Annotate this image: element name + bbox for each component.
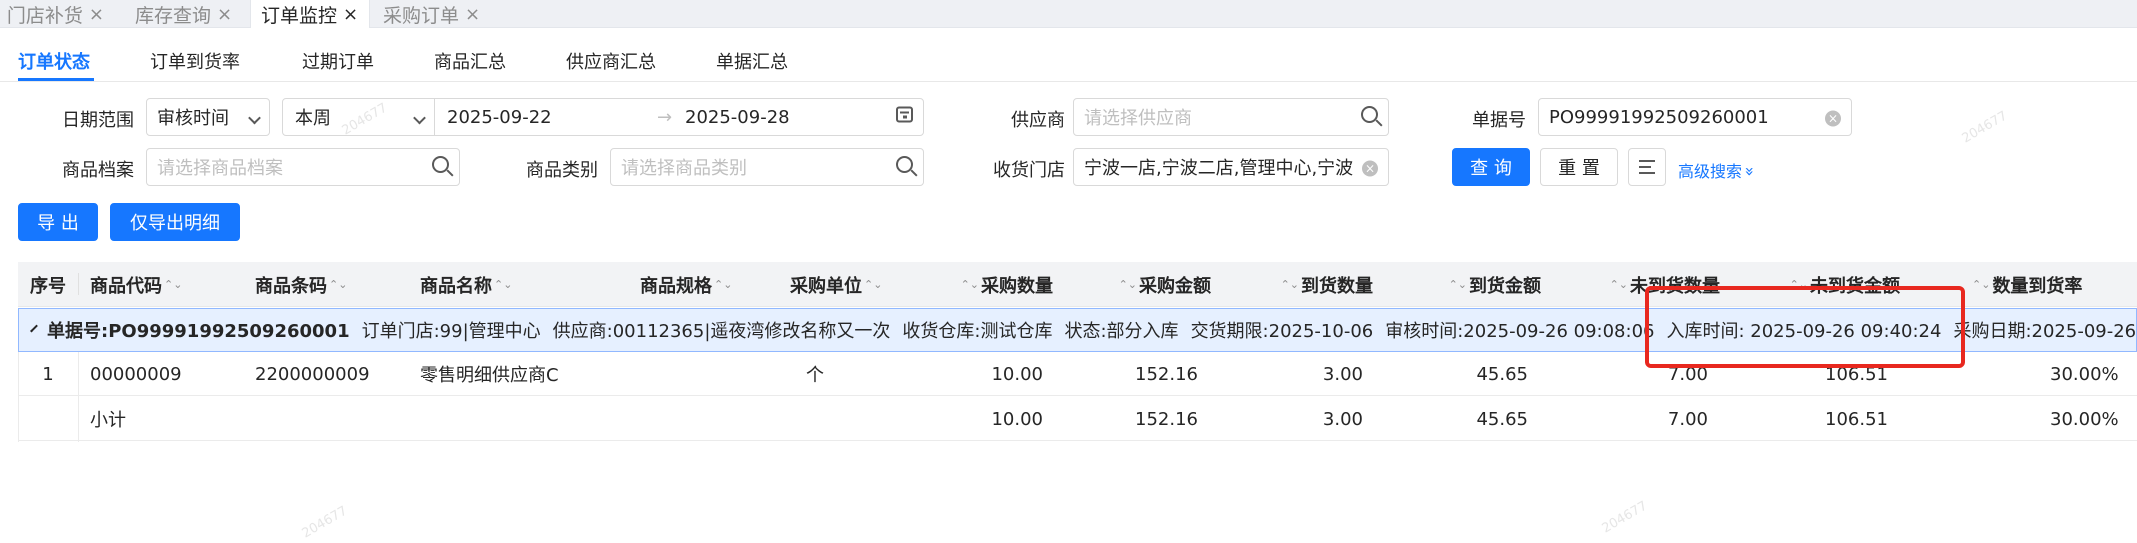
subtab-doc-summary[interactable]: 单据汇总: [716, 48, 788, 76]
advanced-search-link[interactable]: 高级搜索»: [1678, 158, 1759, 182]
subtab-supplier-summary[interactable]: 供应商汇总: [566, 48, 656, 76]
column-divider: [18, 352, 19, 442]
sort-icon: ⌃⌄: [960, 277, 979, 291]
sort-icon: ⌃⌄: [1972, 277, 1991, 291]
search-icon[interactable]: [1361, 106, 1378, 123]
sort-icon: ⌃⌄: [1609, 277, 1628, 291]
supplier-input[interactable]: 请选择供应商: [1073, 98, 1389, 136]
double-chevron-down-icon: »: [1740, 166, 1760, 177]
close-icon[interactable]: ×: [89, 4, 104, 25]
supplier-label: 供应商: [1011, 110, 1065, 131]
col-goods-name[interactable]: 商品名称 ⌃⌄: [420, 262, 514, 307]
export-detail-button[interactable]: 仅导出明细: [110, 203, 240, 241]
close-icon[interactable]: ×: [465, 4, 480, 25]
sort-icon: ⌃⌄: [164, 277, 183, 291]
clear-icon[interactable]: ×: [1362, 160, 1378, 177]
receiving-store-select[interactable]: 宁波一店,宁波二店,管理中心,宁波三店 ×: [1073, 148, 1389, 186]
watermark: 204677: [1959, 108, 2011, 147]
chevron-down-icon: [248, 111, 261, 125]
search-icon[interactable]: [896, 156, 913, 173]
calendar-icon[interactable]: [896, 106, 913, 123]
col-unarrived-amount[interactable]: ⌃⌄ 未到货金额: [1770, 262, 1900, 307]
goods-file-input[interactable]: 请选择商品档案: [146, 148, 460, 186]
export-button[interactable]: 导 出: [18, 203, 98, 241]
query-button[interactable]: 查 询: [1452, 148, 1530, 186]
sort-icon: ⌃⌄: [1789, 277, 1808, 291]
sort-icon: ⌃⌄: [864, 277, 883, 291]
sort-icon: ⌃⌄: [494, 277, 513, 291]
sort-icon: ⌃⌄: [1118, 277, 1137, 291]
sort-icon: ⌃⌄: [329, 277, 348, 291]
subtab-order-status[interactable]: 订单状态: [18, 48, 90, 76]
subtab-arrival-rate[interactable]: 订单到货率: [150, 48, 240, 76]
clear-icon[interactable]: ×: [1825, 110, 1841, 127]
col-spec[interactable]: 商品规格 ⌃⌄: [640, 262, 734, 307]
receiving-store-label: 收货门店: [993, 160, 1065, 181]
tab-inventory-query[interactable]: 库存查询 ×: [125, 0, 253, 28]
col-qty-arrival-rate[interactable]: ⌃⌄ 数量到货率: [1970, 262, 2082, 307]
goods-file-label: 商品档案: [62, 160, 134, 181]
goods-category-input[interactable]: 请选择商品类别: [610, 148, 924, 186]
col-index: 序号: [30, 275, 66, 297]
tab-purchase-order[interactable]: 采购订单 ×: [375, 0, 500, 28]
sort-icon: ⌃⌄: [714, 277, 733, 291]
goods-category-label: 商品类别: [526, 160, 598, 181]
group-row[interactable]: 单据号:PO99991992509260001 订单门店:99|管理中心 供应商…: [18, 308, 2137, 352]
watermark: 204677: [299, 503, 351, 542]
tab-order-monitor[interactable]: 订单监控 ×: [250, 0, 370, 28]
close-icon[interactable]: ×: [343, 4, 358, 25]
col-unarrived-qty[interactable]: ⌃⌄ 未到货数量: [1592, 262, 1720, 307]
subtab-expired-orders[interactable]: 过期订单: [302, 48, 374, 76]
close-icon[interactable]: ×: [217, 4, 232, 25]
doc-no-input[interactable]: PO99991992509260001 ×: [1538, 98, 1852, 136]
col-goods-code[interactable]: 商品代码 ⌃⌄: [90, 262, 184, 307]
subtab-divider: [0, 81, 2137, 82]
sort-icon: ⌃⌄: [1448, 277, 1467, 291]
col-barcode[interactable]: 商品条码 ⌃⌄: [255, 262, 349, 307]
subtotal-row: 小计 10.00 152.16 3.00 45.65 7.00 106.51 3…: [18, 397, 2137, 441]
column-settings-button[interactable]: [1628, 148, 1666, 186]
date-range-label: 日期范围: [62, 110, 134, 131]
tab-strip: 门店补货 × 库存查询 × 订单监控 × 采购订单 ×: [0, 0, 2137, 28]
col-purchase-amount[interactable]: ⌃⌄ 采购金额: [1118, 262, 1211, 307]
col-arrival-amount[interactable]: ⌃⌄ 到货金额: [1448, 262, 1541, 307]
sort-icon: ⌃⌄: [1280, 277, 1299, 291]
date-type-select[interactable]: 审核时间: [146, 98, 270, 136]
date-arrow: →: [657, 106, 673, 128]
chevron-down-icon[interactable]: [30, 324, 38, 332]
column-divider: [78, 352, 79, 442]
search-icon[interactable]: [432, 156, 449, 173]
doc-no-label: 单据号: [1472, 110, 1526, 131]
watermark: 204677: [1599, 498, 1651, 537]
reset-button[interactable]: 重 置: [1540, 148, 1618, 186]
tab-store-replenish[interactable]: 门店补货 ×: [0, 0, 110, 28]
subtab-goods-summary[interactable]: 商品汇总: [434, 48, 506, 76]
table-header: 序号 商品代码 ⌃⌄ 商品条码 ⌃⌄ 商品名称 ⌃⌄ 商品规格 ⌃⌄ 采购单位 ⌃⌄ ⌃⌄…: [18, 262, 2137, 307]
list-settings-icon: [1639, 160, 1655, 174]
col-purchase-qty[interactable]: ⌃⌄ 采购数量: [958, 262, 1053, 307]
chevron-down-icon: [413, 111, 426, 125]
date-start[interactable]: 2025-09-22: [447, 107, 657, 128]
date-end[interactable]: 2025-09-28: [685, 107, 790, 128]
col-arrival-qty[interactable]: ⌃⌄ 到货数量: [1280, 262, 1373, 307]
col-purchase-unit[interactable]: 采购单位 ⌃⌄: [790, 262, 884, 307]
table-row[interactable]: 1 00000009 2200000009 零售明细供应商C 个 10.00 1…: [18, 352, 2137, 396]
